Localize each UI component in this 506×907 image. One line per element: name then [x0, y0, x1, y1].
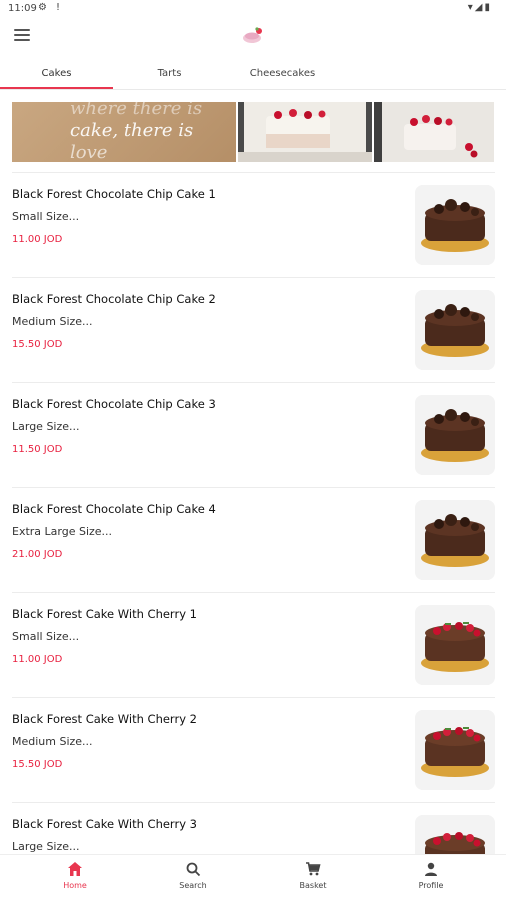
- banner-text-line3: love: [70, 142, 108, 162]
- product-title: Black Forest Chocolate Chip Cake 3: [12, 397, 216, 411]
- product-image[interactable]: [415, 500, 495, 580]
- banner-cake-image-2: [374, 102, 494, 162]
- product-price: 15.50 JOD: [12, 339, 63, 350]
- bottom-navigation: Home Search Basket Profile: [0, 854, 506, 901]
- product-size: Large Size...: [12, 840, 80, 853]
- product-list: Black Forest Chocolate Chip Cake 1 Small…: [12, 172, 495, 907]
- banner-text-line1: where there is: [70, 102, 203, 119]
- product-size: Extra Large Size...: [12, 525, 113, 538]
- product-size: Medium Size...: [12, 315, 93, 328]
- menu-icon[interactable]: [14, 29, 30, 43]
- banner-quote-image: where there is cake, there is love: [12, 102, 236, 162]
- chocolate-cake-icon: [415, 185, 495, 265]
- list-item[interactable]: Black Forest Cake With Cherry 1 Small Si…: [12, 592, 495, 697]
- product-title: Black Forest Cake With Cherry 3: [12, 817, 197, 831]
- product-size: Small Size...: [12, 210, 80, 223]
- product-image[interactable]: [415, 710, 495, 790]
- product-title: Black Forest Cake With Cherry 1: [12, 607, 197, 621]
- product-image[interactable]: [415, 395, 495, 475]
- list-item[interactable]: Black Forest Chocolate Chip Cake 2 Mediu…: [12, 277, 495, 382]
- product-title: Black Forest Chocolate Chip Cake 2: [12, 292, 216, 306]
- list-item[interactable]: Black Forest Chocolate Chip Cake 1 Small…: [12, 172, 495, 277]
- settings-icon: ⚙: [38, 2, 47, 13]
- product-title: Black Forest Chocolate Chip Cake 1: [12, 187, 216, 201]
- product-image[interactable]: [415, 605, 495, 685]
- brand-logo: [243, 27, 262, 43]
- profile-icon: [425, 862, 437, 876]
- list-item[interactable]: Black Forest Cake With Cherry 2 Medium S…: [12, 697, 495, 802]
- product-image[interactable]: [415, 185, 495, 265]
- product-price: 11.00 JOD: [12, 654, 63, 665]
- home-icon: [68, 862, 82, 876]
- status-time: 11:09: [8, 3, 37, 14]
- nav-home[interactable]: Home: [35, 861, 115, 890]
- tabs-divider: [0, 89, 506, 90]
- nav-home-label: Home: [63, 881, 87, 890]
- product-size: Large Size...: [12, 420, 80, 433]
- cart-icon: [306, 862, 321, 876]
- banner-cake-image: [238, 102, 372, 162]
- product-image[interactable]: [415, 290, 495, 370]
- signal-battery-icons: ▾◢▮: [467, 2, 492, 13]
- chocolate-cake-icon: [415, 395, 495, 475]
- list-item[interactable]: Black Forest Chocolate Chip Cake 3 Large…: [12, 382, 495, 487]
- product-price: 21.00 JOD: [12, 549, 63, 560]
- tab-cheesecakes[interactable]: Cheesecakes: [226, 60, 339, 90]
- chocolate-cake-icon: [415, 290, 495, 370]
- tab-tarts[interactable]: Tarts: [113, 60, 226, 90]
- nav-basket[interactable]: Basket: [273, 861, 353, 890]
- nav-profile[interactable]: Profile: [391, 861, 471, 890]
- cherry-cake-icon: [415, 605, 495, 685]
- chocolate-cake-icon: [415, 500, 495, 580]
- product-title: Black Forest Cake With Cherry 2: [12, 712, 197, 726]
- nav-basket-label: Basket: [299, 881, 327, 890]
- banner-text-line2: cake, there is: [70, 120, 194, 141]
- product-size: Small Size...: [12, 630, 80, 643]
- product-price: 11.50 JOD: [12, 444, 63, 455]
- product-title: Black Forest Chocolate Chip Cake 4: [12, 502, 216, 516]
- tab-cakes[interactable]: Cakes: [0, 60, 113, 90]
- list-item[interactable]: Black Forest Chocolate Chip Cake 4 Extra…: [12, 487, 495, 592]
- nav-profile-label: Profile: [418, 881, 444, 890]
- product-price: 15.50 JOD: [12, 759, 63, 770]
- product-price: 11.00 JOD: [12, 234, 63, 245]
- cherry-cake-icon: [415, 710, 495, 790]
- status-bar: 11:09 ⚙ ! ▾◢▮: [0, 0, 506, 18]
- nav-search-label: Search: [179, 881, 207, 890]
- product-size: Medium Size...: [12, 735, 93, 748]
- app-bar: [0, 18, 506, 58]
- category-tabs: Cakes Tarts Cheesecakes: [0, 60, 506, 90]
- alert-icon: !: [56, 2, 61, 13]
- search-icon: [186, 862, 201, 877]
- nav-search[interactable]: Search: [153, 861, 233, 890]
- promo-banner[interactable]: where there is cake, there is love: [12, 102, 495, 162]
